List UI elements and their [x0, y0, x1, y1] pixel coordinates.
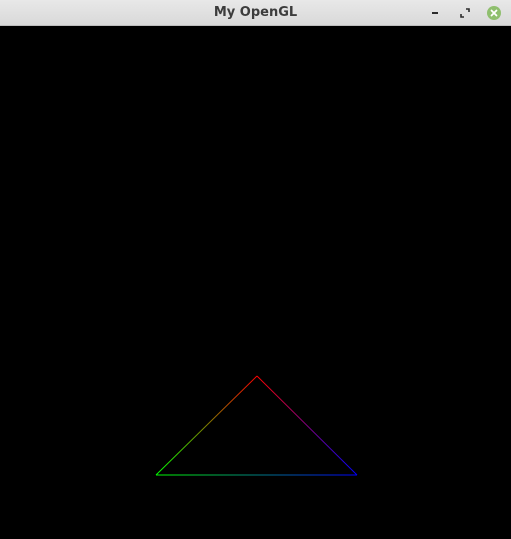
opengl-viewport[interactable]	[0, 26, 511, 539]
triangle-edge-left	[155, 375, 258, 476]
close-icon	[487, 6, 501, 20]
minimize-button[interactable]	[427, 5, 443, 21]
opengl-window: My OpenGL	[0, 0, 511, 539]
close-button[interactable]	[486, 5, 502, 21]
triangle-canvas	[155, 375, 358, 476]
triangle-edge-right	[256, 375, 358, 476]
maximize-icon	[460, 8, 470, 18]
window-titlebar[interactable]: My OpenGL	[0, 0, 511, 26]
maximize-button[interactable]	[457, 5, 473, 21]
minimize-icon	[432, 12, 438, 14]
